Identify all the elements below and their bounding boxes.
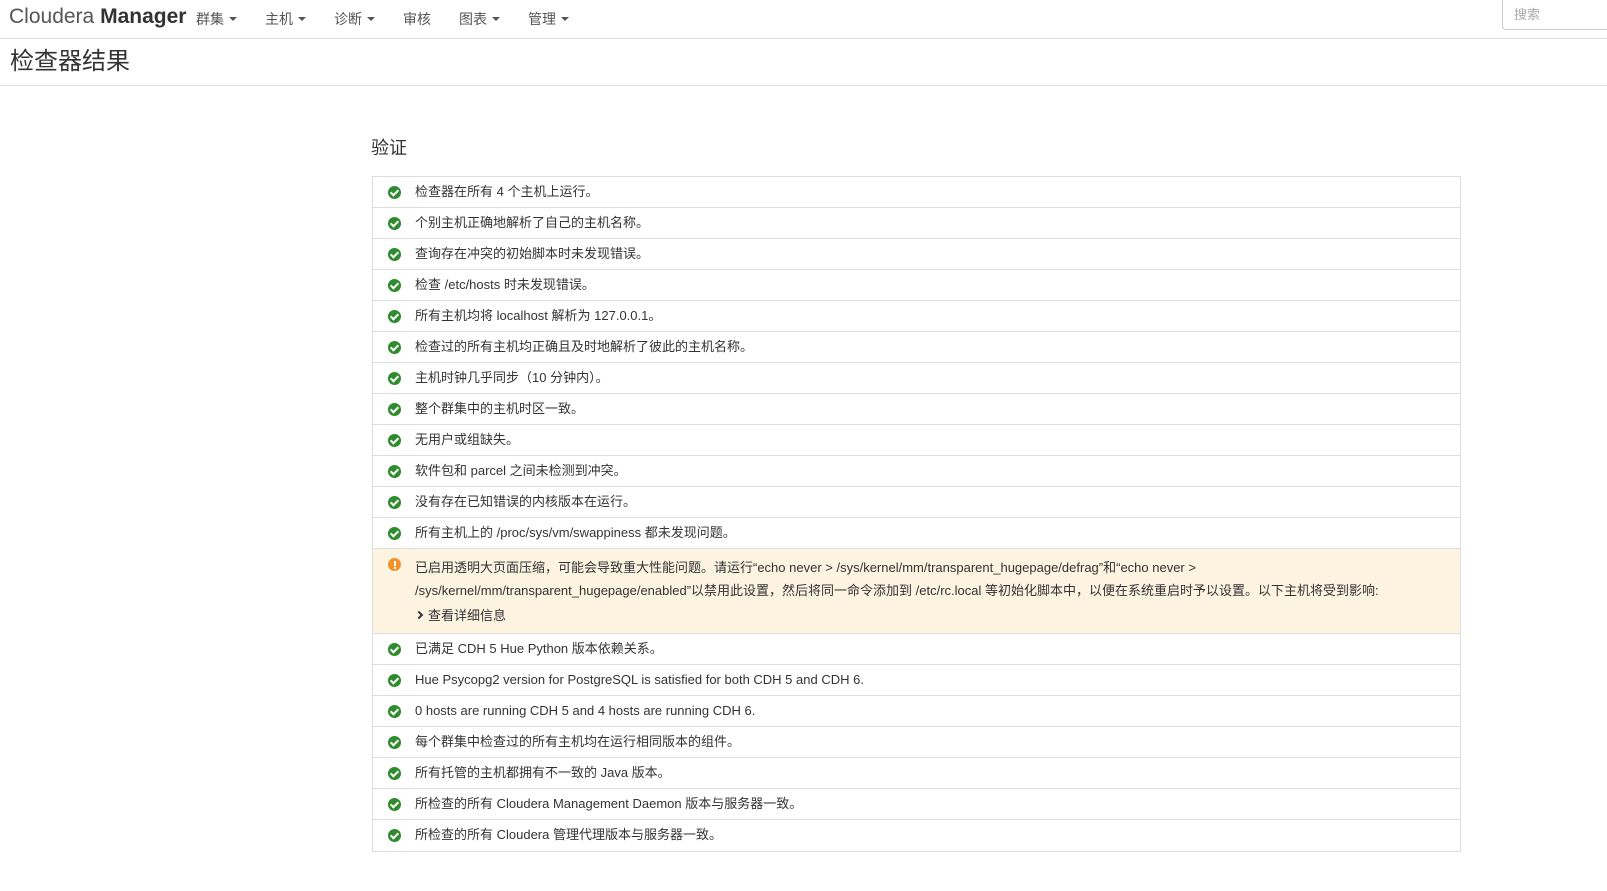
result-text: 检查过的所有主机均正确且及时地解析了彼此的主机名称。: [415, 339, 754, 354]
view-details-toggle[interactable]: 查看详细信息: [414, 604, 507, 627]
result-item: 所有主机上的 /proc/sys/vm/swappiness 都未发现问题。: [373, 518, 1460, 549]
check-circle-icon: [388, 496, 401, 509]
result-item: 0 hosts are running CDH 5 and 4 hosts ar…: [373, 696, 1460, 727]
result-item: 查询存在冲突的初始脚本时未发现错误。: [373, 239, 1460, 270]
result-text: 个别主机正确地解析了自己的主机名称。: [415, 215, 650, 230]
caret-down-icon: [367, 17, 375, 21]
check-circle-icon: [388, 403, 401, 416]
caret-down-icon: [492, 17, 500, 21]
brand-logo[interactable]: Cloudera Manager: [9, 4, 186, 30]
result-item: Hue Psycopg2 version for PostgreSQL is s…: [373, 665, 1460, 696]
result-item: 每个群集中检查过的所有主机均在运行相同版本的组件。: [373, 727, 1460, 758]
nav-item-1[interactable]: 主机: [265, 9, 306, 29]
main-nav: 群集 主机 诊断 审核 图表 管理: [196, 0, 597, 38]
nav-item-0[interactable]: 群集: [196, 9, 237, 29]
result-item: 所检查的所有 Cloudera 管理代理版本与服务器一致。: [373, 820, 1460, 851]
check-circle-icon: [388, 704, 401, 718]
result-text: 检查器在所有 4 个主机上运行。: [415, 184, 599, 199]
nav-item-2[interactable]: 诊断: [334, 9, 375, 29]
top-navbar: Cloudera Manager 群集 主机 诊断 审核 图表 管理: [0, 0, 1607, 39]
nav-item-label: 审核: [403, 11, 431, 27]
chevron-right-icon: [414, 610, 424, 620]
result-item: 检查 /etc/hosts 时未发现错误。: [373, 270, 1460, 301]
result-text: 无用户或组缺失。: [415, 432, 520, 447]
search-input[interactable]: [1502, 0, 1607, 30]
nav-item-label: 群集: [196, 11, 224, 27]
result-text: 所有托管的主机都拥有不一致的 Java 版本。: [415, 764, 671, 780]
nav-item-label: 图表: [459, 11, 487, 27]
result-text: 所有主机上的 /proc/sys/vm/swappiness 都未发现问题。: [415, 525, 736, 540]
nav-item-label: 诊断: [334, 11, 362, 27]
check-circle-icon: [388, 527, 401, 540]
check-circle-icon: [388, 673, 401, 687]
warning-circle-icon: [388, 558, 401, 571]
check-circle-icon: [388, 434, 401, 447]
check-circle-icon: [388, 797, 401, 811]
caret-down-icon: [298, 17, 306, 21]
check-circle-icon: [388, 217, 401, 230]
result-item: 已满足 CDH 5 Hue Python 版本依赖关系。: [373, 634, 1460, 665]
result-text: 没有存在已知错误的内核版本在运行。: [415, 494, 637, 509]
check-circle-icon: [388, 465, 401, 478]
check-circle-icon: [388, 372, 401, 385]
check-circle-icon: [388, 341, 401, 354]
nav-item-label: 管理: [528, 11, 556, 27]
view-details-label: 查看详细信息: [428, 607, 507, 623]
result-item: 所有主机均将 localhost 解析为 127.0.0.1。: [373, 301, 1460, 332]
result-item: 所检查的所有 Cloudera Management Daemon 版本与服务器…: [373, 789, 1460, 820]
page-title: 检查器结果: [10, 48, 130, 75]
section-title-validation: 验证: [371, 138, 407, 158]
result-item: 无用户或组缺失。: [373, 425, 1460, 456]
check-circle-icon: [388, 766, 401, 780]
result-item: 软件包和 parcel 之间未检测到冲突。: [373, 456, 1460, 487]
result-text: Hue Psycopg2 version for PostgreSQL is s…: [415, 671, 864, 687]
result-item: 所有托管的主机都拥有不一致的 Java 版本。: [373, 758, 1460, 789]
result-text: 已启用透明大页面压缩，可能会导致重大性能问题。请运行“echo never > …: [415, 560, 1379, 598]
result-item: 没有存在已知错误的内核版本在运行。: [373, 487, 1460, 518]
result-item: 检查器在所有 4 个主机上运行。: [373, 177, 1460, 208]
check-circle-icon: [388, 642, 401, 656]
result-item: 主机时钟几乎同步（10 分钟内）。: [373, 363, 1460, 394]
check-circle-icon: [388, 310, 401, 323]
result-text: 每个群集中检查过的所有主机均在运行相同版本的组件。: [415, 733, 741, 749]
check-circle-icon: [388, 248, 401, 261]
result-text: 所有主机均将 localhost 解析为 127.0.0.1。: [415, 308, 662, 323]
result-text: 所检查的所有 Cloudera Management Daemon 版本与服务器…: [415, 795, 803, 811]
nav-item-4[interactable]: 图表: [459, 9, 500, 29]
result-text: 已满足 CDH 5 Hue Python 版本依赖关系。: [415, 640, 663, 656]
check-circle-icon: [388, 828, 401, 842]
result-text: 0 hosts are running CDH 5 and 4 hosts ar…: [415, 702, 756, 718]
result-item-warning: 已启用透明大页面压缩，可能会导致重大性能问题。请运行“echo never > …: [373, 549, 1460, 634]
result-text: 整个群集中的主机时区一致。: [415, 401, 585, 416]
result-text: 软件包和 parcel 之间未检测到冲突。: [415, 463, 627, 478]
result-item: 个别主机正确地解析了自己的主机名称。: [373, 208, 1460, 239]
nav-item-3[interactable]: 审核: [403, 9, 431, 29]
nav-item-5[interactable]: 管理: [528, 9, 569, 29]
result-item: 整个群集中的主机时区一致。: [373, 394, 1460, 425]
result-text: 所检查的所有 Cloudera 管理代理版本与服务器一致。: [415, 826, 722, 842]
brand-name-bold: Manager: [100, 5, 187, 28]
check-circle-icon: [388, 279, 401, 292]
result-item: 检查过的所有主机均正确且及时地解析了彼此的主机名称。: [373, 332, 1460, 363]
check-circle-icon: [388, 186, 401, 199]
result-text: 检查 /etc/hosts 时未发现错误。: [415, 277, 595, 292]
page-header: 检查器结果: [0, 39, 1607, 86]
result-text: 主机时钟几乎同步（10 分钟内）。: [415, 370, 609, 385]
brand-name-light: Cloudera: [9, 5, 95, 28]
caret-down-icon: [561, 17, 569, 21]
validation-result-list: 检查器在所有 4 个主机上运行。个别主机正确地解析了自己的主机名称。 查询存在冲突…: [372, 176, 1461, 852]
result-text: 查询存在冲突的初始脚本时未发现错误。: [415, 246, 650, 261]
nav-item-label: 主机: [265, 11, 293, 27]
check-circle-icon: [388, 735, 401, 749]
caret-down-icon: [229, 17, 237, 21]
